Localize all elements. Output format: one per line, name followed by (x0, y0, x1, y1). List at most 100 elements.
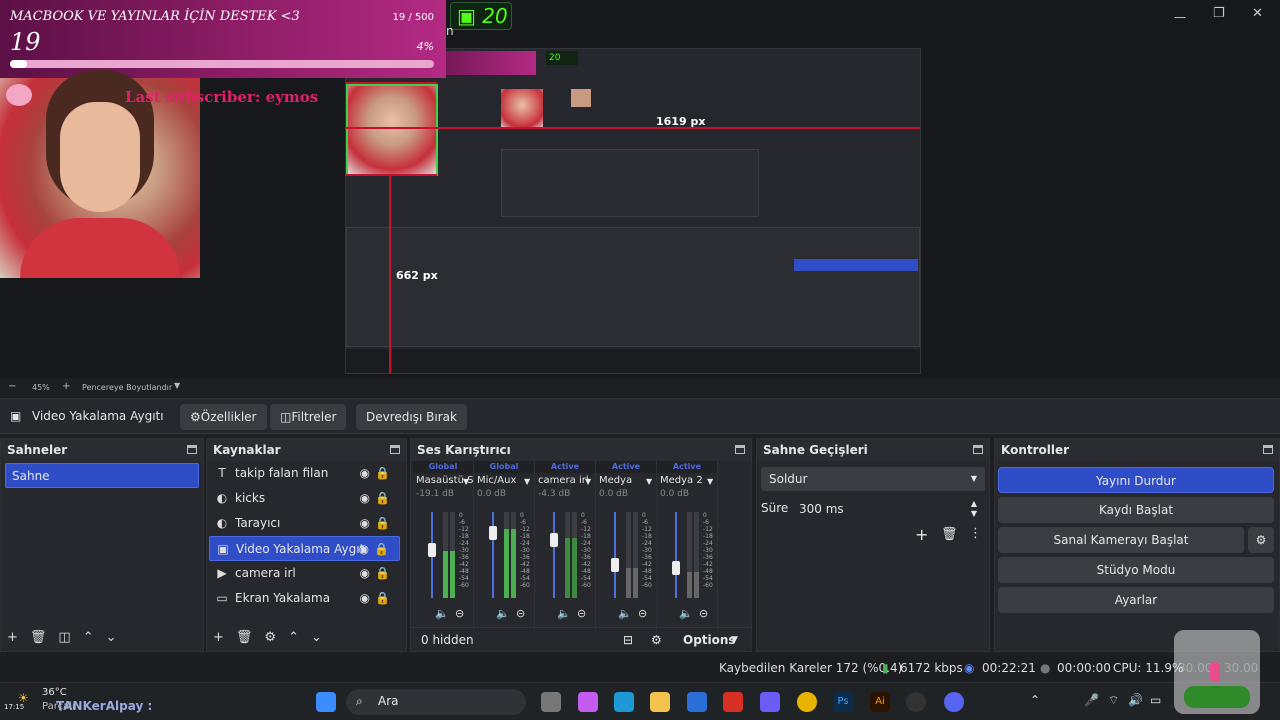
chevron-down-icon[interactable]: ⌄ (106, 630, 129, 645)
lock-icon[interactable]: 🔒 (375, 511, 390, 536)
chevron-down-icon[interactable]: ▼ (524, 477, 530, 486)
virtual-camera-button[interactable]: Sanal Kamerayı Başlat (998, 527, 1244, 553)
volume-fader[interactable] (672, 512, 680, 598)
taskbar-search[interactable]: ⌕ Ara (346, 689, 526, 715)
headphones-icon[interactable]: ⊝ (577, 607, 586, 620)
lock-icon[interactable]: 🔒 (375, 586, 390, 611)
hidden-count[interactable]: 0 hidden (421, 628, 474, 652)
popout-icon[interactable] (735, 445, 745, 454)
lock-icon[interactable]: 🔒 (375, 561, 390, 586)
zoom-in-button[interactable]: + (62, 381, 70, 392)
eye-icon[interactable]: ◉ (360, 561, 370, 586)
maximize-button[interactable]: ❐ (1213, 6, 1225, 21)
eye-icon[interactable]: ◉ (360, 511, 370, 536)
deactivate-button[interactable]: Devredışı Bırak (356, 404, 467, 430)
wifi-icon[interactable]: ⌔ (1108, 693, 1119, 708)
trash-icon[interactable]: 🗑 (941, 527, 958, 542)
properties-button[interactable]: ⚙Özellikler (180, 404, 267, 430)
eye-icon[interactable]: ◉ (360, 486, 370, 511)
more-icon[interactable]: ⋮ (969, 526, 982, 541)
volume-fader[interactable] (550, 512, 558, 598)
chevron-down-icon[interactable]: ▼ (731, 628, 738, 652)
chevron-up-icon[interactable]: ⌃ (288, 630, 311, 645)
popout-icon[interactable] (973, 445, 983, 454)
preview-canvas[interactable]: 20 1619 px 662 px MACBOOK VE YAYINLAR İÇ… (0, 0, 1280, 378)
add-icon[interactable]: + (915, 525, 928, 544)
filters-button[interactable]: ◫Filtreler (270, 404, 347, 430)
headphones-icon[interactable]: ⊝ (699, 607, 708, 620)
gear-icon[interactable]: ⚙ (264, 630, 288, 645)
speaker-icon[interactable]: 🔈 (679, 607, 693, 620)
file-explorer-icon[interactable] (650, 692, 670, 712)
minimize-button[interactable]: — (1174, 10, 1186, 24)
edge-icon[interactable] (614, 692, 634, 712)
volume-fader[interactable] (489, 512, 497, 598)
volume-icon[interactable]: 🔊 (1128, 693, 1143, 707)
fader-knob[interactable] (550, 533, 558, 547)
source-item[interactable]: Ttakip falan filan ◉ 🔒 (209, 461, 400, 486)
source-item[interactable]: ▣ Video Yakalama Aygıtı ◉ 🔒 (209, 536, 400, 561)
zoom-out-button[interactable]: − (8, 381, 16, 392)
studio-mode-button[interactable]: Stüdyo Modu (998, 557, 1274, 583)
source-item[interactable]: ◐ kicks ◉ 🔒 (209, 486, 400, 511)
gmail-icon[interactable] (723, 692, 743, 712)
chrome-icon[interactable] (797, 692, 817, 712)
photoshop-icon[interactable]: Ps (833, 692, 853, 712)
illustrator-icon[interactable]: Ai (870, 692, 890, 712)
headphones-icon[interactable]: ⊝ (638, 607, 647, 620)
fit-to-window[interactable]: Pencereye Boyutlandır (82, 383, 172, 392)
start-recording-button[interactable]: Kaydı Başlat (998, 497, 1274, 523)
task-view-icon[interactable] (541, 692, 561, 712)
fader-knob[interactable] (489, 526, 497, 540)
popout-icon[interactable] (390, 445, 400, 454)
chevron-down-icon[interactable]: ▼ (463, 477, 469, 486)
mail-icon[interactable] (687, 692, 707, 712)
trash-icon[interactable]: 🗑 (236, 630, 265, 645)
source-item[interactable]: ▶ camera irl ◉ 🔒 (209, 561, 400, 586)
eye-icon[interactable]: ◉ (359, 537, 369, 562)
speaker-icon[interactable]: 🔈 (496, 607, 510, 620)
lock-icon[interactable]: 🔒 (375, 461, 390, 486)
source-item[interactable]: ▭ Ekran Yakalama ◉ 🔒 (209, 586, 400, 611)
eye-icon[interactable]: ◉ (360, 586, 370, 611)
stepper-icon[interactable]: ▲ ▼ (971, 499, 977, 519)
mic-icon[interactable]: 🎤 (1084, 693, 1099, 707)
chevron-down-icon[interactable]: ⌄ (311, 630, 334, 645)
mixer-options-button[interactable]: Options (683, 628, 736, 652)
source-item[interactable]: ◐ Tarayıcı ◉ 🔒 (209, 511, 400, 536)
obs-icon[interactable] (906, 692, 926, 712)
chevron-down-icon[interactable]: ▼ (585, 477, 591, 486)
speaker-icon[interactable]: 🔈 (435, 607, 449, 620)
settings-button[interactable]: Ayarlar (998, 587, 1274, 613)
volume-fader[interactable] (428, 512, 436, 598)
headphones-icon[interactable]: ⊝ (455, 607, 464, 620)
fader-knob[interactable] (611, 558, 619, 572)
windows-start-icon[interactable] (316, 692, 336, 712)
lock-icon[interactable]: 🔒 (374, 537, 389, 562)
trash-icon[interactable]: 🗑 (30, 630, 59, 645)
volume-fader[interactable] (611, 512, 619, 598)
add-icon[interactable]: + (7, 630, 30, 645)
chevron-up-icon[interactable]: ⌃ (83, 630, 106, 645)
popout-icon[interactable] (187, 445, 197, 454)
filter-icon[interactable]: ◫ (58, 630, 82, 645)
duration-input[interactable]: 300 ms ▲ ▼ (793, 497, 985, 521)
add-icon[interactable]: + (213, 630, 236, 645)
battery-icon[interactable]: ▭ (1150, 693, 1161, 707)
speaker-icon[interactable]: 🔈 (557, 607, 571, 620)
fader-knob[interactable] (428, 543, 436, 557)
headphones-icon[interactable]: ⊝ (516, 607, 525, 620)
eye-icon[interactable]: ◉ (360, 461, 370, 486)
scene-item[interactable]: Sahne (5, 463, 199, 488)
popout-icon[interactable] (1263, 445, 1273, 454)
gear-icon[interactable]: ⚙ (651, 628, 662, 652)
speaker-icon[interactable]: 🔈 (618, 607, 632, 620)
discord-icon[interactable] (944, 692, 964, 712)
copilot-icon[interactable] (578, 692, 598, 712)
lock-icon[interactable]: 🔒 (375, 486, 390, 511)
virtual-camera-settings[interactable]: ⚙ (1248, 527, 1274, 553)
close-button[interactable]: ✕ (1252, 6, 1263, 21)
chevron-up-icon[interactable]: ⌃ (1030, 693, 1040, 707)
transition-select[interactable]: Soldur ▼ (761, 467, 985, 491)
fader-knob[interactable] (672, 561, 680, 575)
